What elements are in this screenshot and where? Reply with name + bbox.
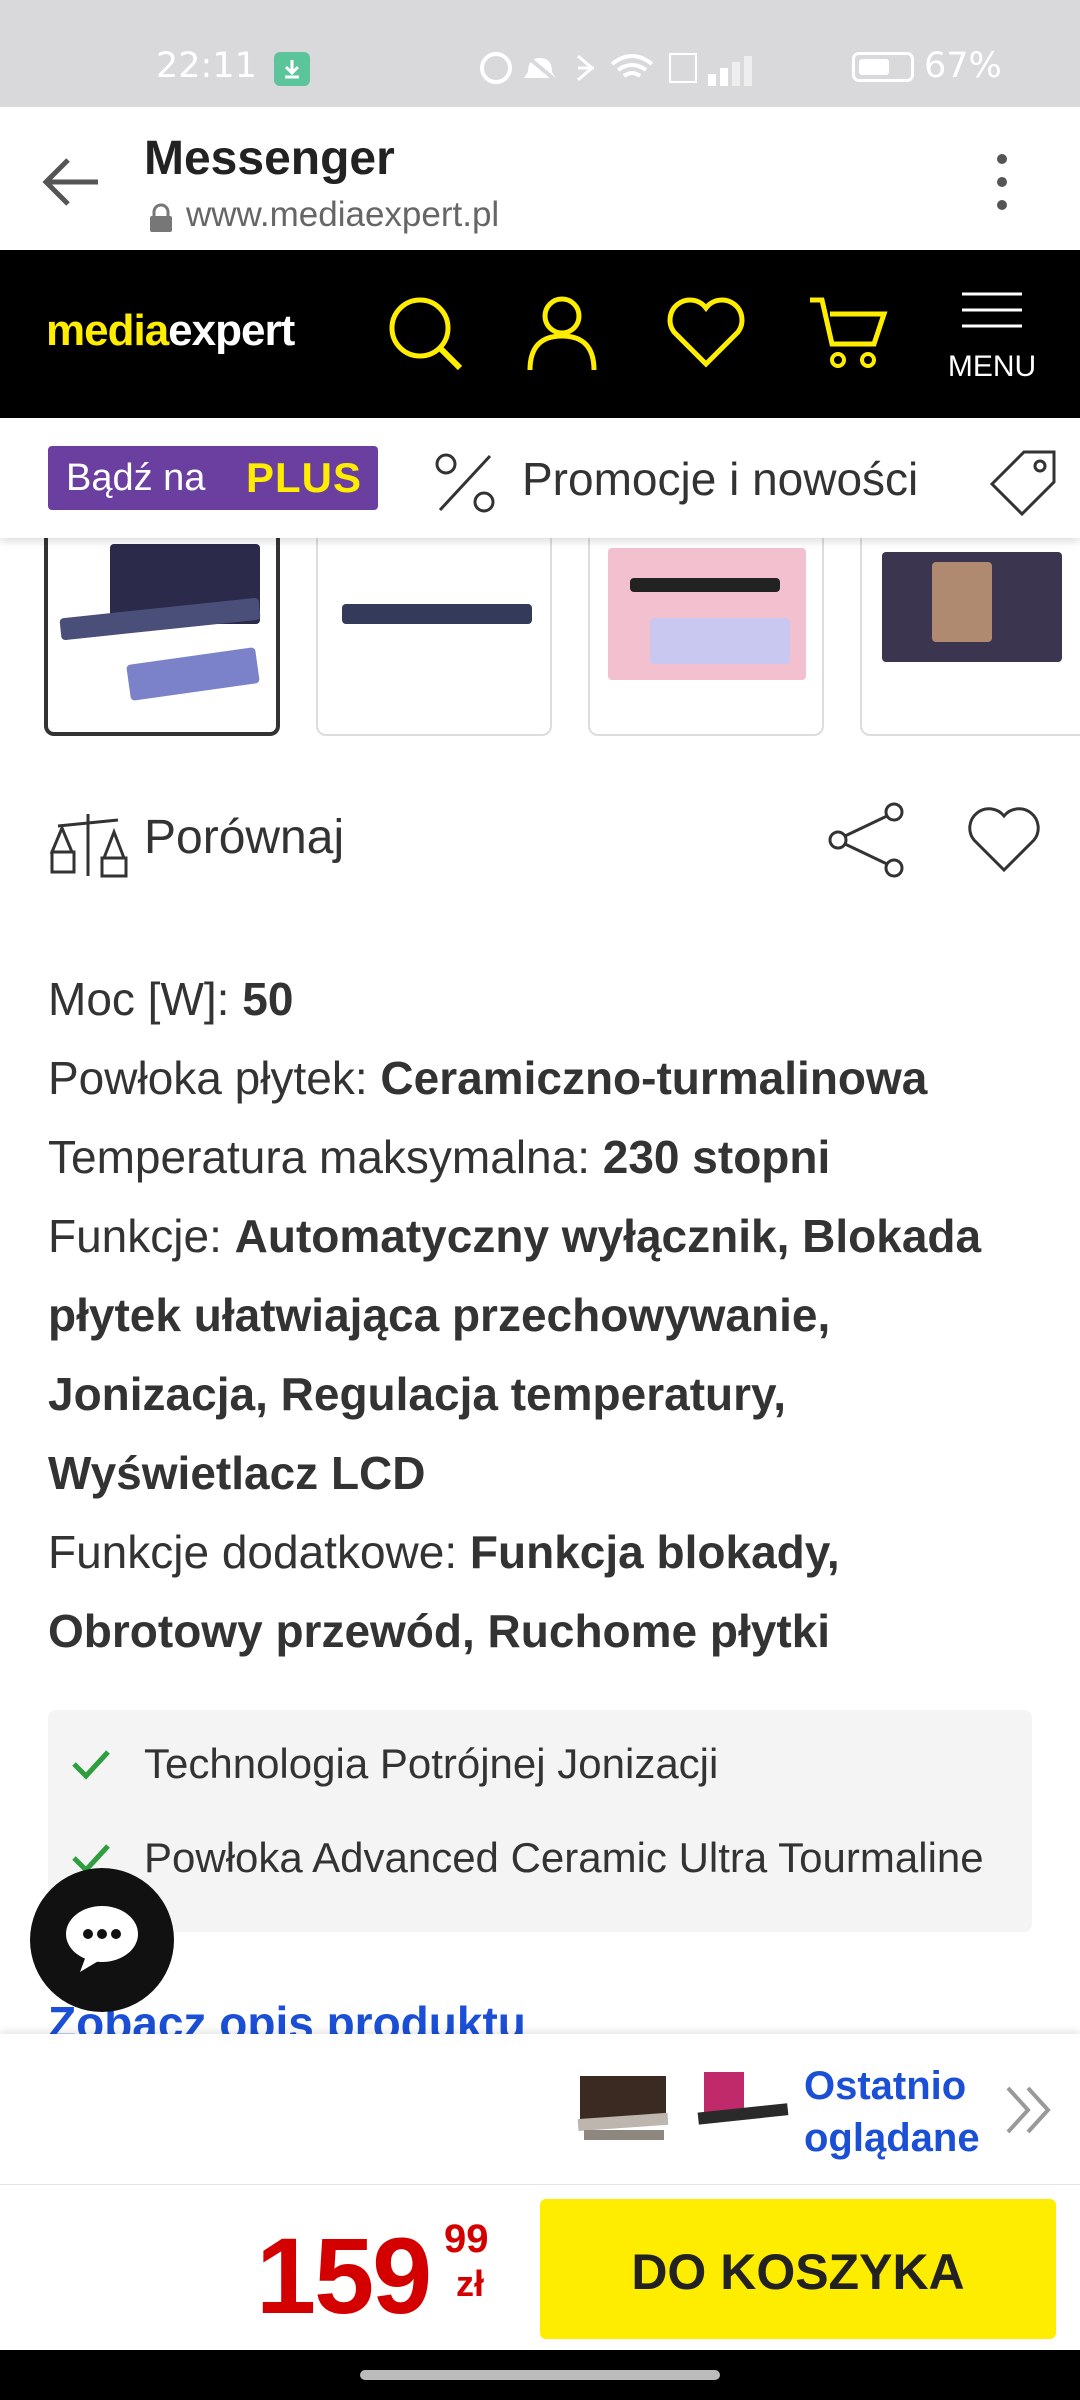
share-icon[interactable] — [826, 800, 906, 880]
browser-url: www.mediaexpert.pl — [186, 195, 500, 234]
system-nav-bar — [0, 2350, 1080, 2400]
spec-label: Powłoka płytek: — [48, 1052, 381, 1104]
compare-scale-icon[interactable] — [48, 810, 128, 880]
battery-icon — [852, 52, 914, 82]
plus-word: PLUS — [246, 454, 363, 501]
favorite-heart-icon[interactable] — [964, 800, 1044, 880]
menu-button[interactable]: MENU — [946, 288, 1038, 388]
spec-row: Funkcje: Automatyczny wyłącznik, Blokada… — [48, 1197, 1038, 1513]
compare-label[interactable]: Porównaj — [144, 810, 344, 865]
check-icon — [72, 1750, 110, 1780]
buy-bar: 159 99 zł DO KOSZYKA — [0, 2184, 1080, 2350]
plus-badge[interactable]: Bądź na PLUS — [48, 446, 378, 510]
home-gesture-handle[interactable] — [360, 2370, 720, 2380]
spec-label: Moc [W]: — [48, 973, 243, 1025]
cart-icon[interactable] — [806, 290, 890, 374]
feature-item: Powłoka Advanced Ceramic Ultra Tourmalin… — [48, 1816, 1032, 1896]
thumbnail-2[interactable] — [316, 538, 552, 736]
status-bar: 22:11 67% — [0, 0, 1080, 107]
recent-product-thumbnail[interactable] — [576, 2064, 672, 2154]
chat-button[interactable] — [30, 1868, 174, 2012]
account-icon[interactable] — [520, 290, 604, 374]
spec-value: 230 stopni — [602, 1131, 831, 1183]
recently-viewed-bar[interactable]: Ostatnio oglądane — [0, 2034, 1080, 2184]
battery-percent: 67% — [924, 46, 1002, 86]
add-to-cart-label: DO KOSZYKA — [631, 2244, 965, 2300]
feature-label: Powłoka Advanced Ceramic Ultra Tourmalin… — [144, 1834, 984, 1881]
thumbnail-4[interactable] — [860, 538, 1080, 736]
recent-product-thumbnail[interactable] — [696, 2064, 792, 2154]
logo-media: media — [46, 306, 169, 355]
wishlist-icon[interactable] — [664, 290, 748, 374]
price-cents: 99 — [444, 2217, 489, 2261]
add-to-cart-button[interactable]: DO KOSZYKA — [540, 2199, 1056, 2339]
promo-bar: Bądź na PLUS Promocje i nowości — [0, 418, 1080, 538]
site-header: mediaexpert MENU — [0, 250, 1080, 418]
spec-value: Ceramiczno-turmalinowa — [380, 1052, 928, 1104]
price-currency: zł — [456, 2263, 485, 2304]
hamburger-icon — [962, 292, 1022, 328]
more-options-icon[interactable] — [982, 147, 1022, 217]
thumbnail-3[interactable] — [588, 538, 824, 736]
double-chevron-right-icon[interactable] — [1000, 2080, 1056, 2140]
promotions-link[interactable]: Promocje i nowości — [522, 452, 918, 506]
spec-value: 50 — [242, 973, 294, 1025]
status-icons — [480, 52, 752, 86]
spec-row: Powłoka płytek: Ceramiczno-turmalinowa — [48, 1039, 1038, 1118]
logo-expert: expert — [168, 306, 295, 355]
recently-viewed-line1: Ostatnio — [804, 2064, 967, 2108]
spec-label: Funkcje: — [48, 1210, 235, 1262]
spec-row: Moc [W]: 50 — [48, 960, 1038, 1039]
recently-viewed-line2: oglądane — [804, 2116, 980, 2160]
chat-icon — [66, 1906, 138, 1972]
spec-row: Funkcje dodatkowe: Funkcja blokady, Obro… — [48, 1513, 1038, 1671]
product-actions: Porównaj — [0, 790, 1080, 890]
search-icon[interactable] — [382, 290, 466, 374]
thumbnail-1[interactable] — [44, 538, 280, 736]
browser-header: Messenger www.mediaexpert.pl — [0, 107, 1080, 250]
feature-item: Technologia Potrójnej Jonizacji — [48, 1722, 1032, 1802]
percent-icon — [435, 453, 495, 513]
menu-label: MENU — [947, 350, 1037, 383]
download-icon — [274, 52, 310, 86]
status-time: 22:11 — [156, 46, 257, 86]
recently-viewed-label[interactable]: Ostatnio oglądane — [804, 2060, 980, 2164]
product-thumbnails — [0, 538, 1080, 738]
spec-label: Temperatura maksymalna: — [48, 1131, 603, 1183]
product-specs: Moc [W]: 50 Powłoka płytek: Ceramiczno-t… — [48, 960, 1038, 1671]
feature-highlights: Technologia Potrójnej Jonizacji Powłoka … — [48, 1710, 1032, 1932]
mediaexpert-logo[interactable]: mediaexpert — [46, 306, 295, 356]
tag-icon[interactable] — [988, 448, 1058, 518]
back-arrow-icon[interactable] — [38, 149, 104, 215]
plus-text: Bądź na — [66, 457, 206, 499]
feature-label: Technologia Potrójnej Jonizacji — [144, 1740, 719, 1787]
price-main: 159 — [256, 2215, 432, 2336]
spec-row: Temperatura maksymalna: 230 stopni — [48, 1118, 1038, 1197]
lock-icon — [150, 203, 172, 232]
browser-title: Messenger — [144, 132, 395, 185]
spec-label: Funkcje dodatkowe: — [48, 1526, 470, 1578]
